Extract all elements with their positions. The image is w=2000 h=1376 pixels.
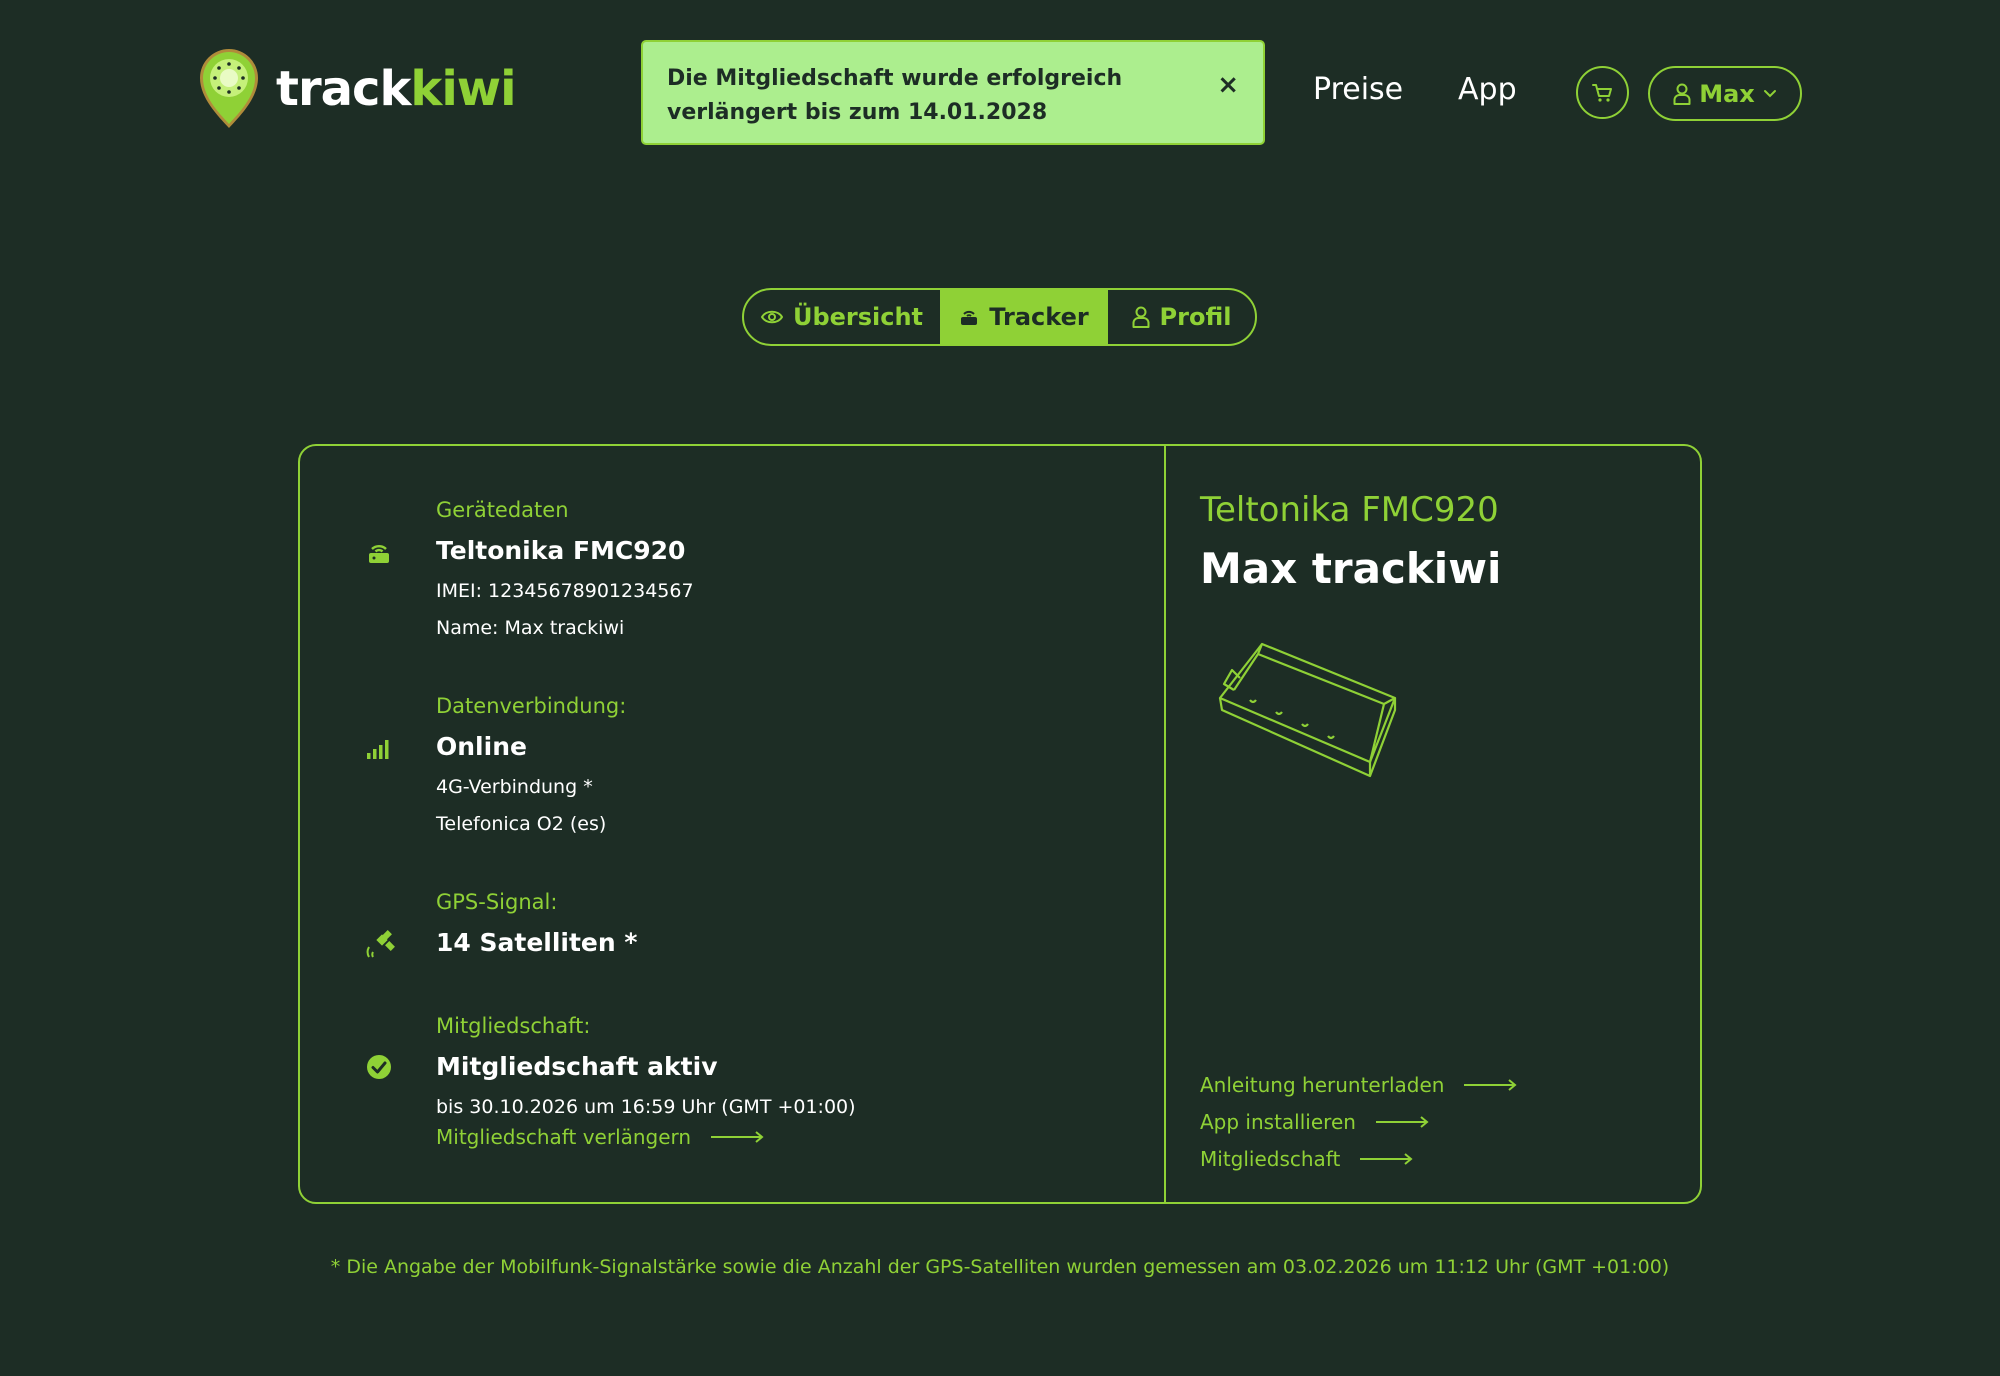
membership-status: Mitgliedschaft aktiv bbox=[436, 1052, 718, 1081]
arrow-right-icon bbox=[711, 1131, 764, 1143]
footnote: * Die Angabe der Mobilfunk-Signalstärke … bbox=[330, 1256, 1670, 1278]
kiwi-pin-icon bbox=[200, 49, 258, 128]
tab-tracker[interactable]: Tracker bbox=[940, 290, 1108, 344]
logo[interactable]: trackkiwi bbox=[198, 48, 517, 130]
user-icon bbox=[1673, 83, 1691, 105]
gps-label: GPS-Signal: bbox=[436, 890, 558, 914]
chevron-down-icon bbox=[1763, 89, 1776, 97]
device-name: Name: Max trackiwi bbox=[436, 617, 625, 639]
arrow-right-icon bbox=[1360, 1152, 1413, 1165]
device-data-section: Gerätedaten Teltonika FMC920 IMEI: 12345… bbox=[369, 498, 694, 646]
tab-label: Tracker bbox=[989, 303, 1089, 331]
eye-icon bbox=[760, 310, 783, 324]
cart-icon bbox=[1591, 83, 1612, 102]
gps-section: GPS-Signal: 14 Satelliten * bbox=[366, 890, 638, 964]
device-label: Gerätedaten bbox=[436, 498, 569, 522]
logo-text: trackkiwi bbox=[276, 61, 517, 117]
link-label: Anleitung herunterladen bbox=[1200, 1072, 1445, 1097]
nav-link-app[interactable]: App bbox=[1458, 72, 1517, 107]
device-imei: IMEI: 12345678901234567 bbox=[436, 580, 694, 602]
arrow-right-icon bbox=[1464, 1078, 1517, 1091]
right-device-name: Max trackiwi bbox=[1200, 544, 1502, 593]
router-icon bbox=[961, 310, 978, 325]
success-toast: Die Mitgliedschaft wurde erfolgreich ver… bbox=[641, 40, 1265, 145]
link-anleitung[interactable]: Anleitung herunterladen bbox=[1200, 1066, 1518, 1103]
nav-link-preise[interactable]: Preise bbox=[1313, 72, 1403, 107]
gps-satellites: 14 Satelliten * bbox=[436, 928, 638, 957]
connection-section: Datenverbindung: Online 4G-Verbindung * … bbox=[367, 694, 627, 842]
link-label: App installieren bbox=[1200, 1109, 1356, 1134]
membership-until: bis 30.10.2026 um 16:59 Uhr (GMT +01:00) bbox=[436, 1096, 856, 1118]
tracker-device-image bbox=[1218, 642, 1397, 778]
account-tabs: Übersicht Tracker Profil bbox=[742, 288, 1257, 346]
satellite-icon bbox=[366, 930, 395, 958]
tracker-card: Gerätedaten Teltonika FMC920 IMEI: 12345… bbox=[298, 444, 1702, 1204]
user-name: Max bbox=[1699, 79, 1755, 108]
toast-message: Die Mitgliedschaft wurde erfolgreich ver… bbox=[667, 66, 1123, 125]
connection-carrier: Telefonica O2 (es) bbox=[436, 813, 607, 835]
connection-status: Online bbox=[436, 732, 527, 761]
tab-label: Profil bbox=[1159, 303, 1232, 331]
router-icon bbox=[369, 544, 389, 563]
tab-profil[interactable]: Profil bbox=[1108, 290, 1255, 344]
right-device-model: Teltonika FMC920 bbox=[1200, 490, 1499, 530]
user-icon bbox=[1132, 306, 1150, 328]
connection-type: 4G-Verbindung * bbox=[436, 776, 593, 798]
link-app-installieren[interactable]: App installieren bbox=[1200, 1103, 1518, 1140]
signal-bars-icon bbox=[367, 740, 389, 759]
device-model: Teltonika FMC920 bbox=[436, 536, 686, 565]
link-label: Mitgliedschaft bbox=[1200, 1146, 1341, 1171]
membership-extend-link[interactable]: Mitgliedschaft verlängern bbox=[436, 1125, 856, 1149]
tab-uebersicht[interactable]: Übersicht bbox=[744, 290, 940, 344]
tab-label: Übersicht bbox=[792, 303, 924, 331]
user-menu-button[interactable]: Max bbox=[1648, 66, 1802, 121]
card-divider bbox=[1164, 446, 1166, 1202]
toast-close-button[interactable]: × bbox=[1217, 68, 1239, 102]
check-circle-icon bbox=[367, 1055, 391, 1079]
arrow-right-icon bbox=[1375, 1115, 1429, 1128]
cart-button[interactable] bbox=[1576, 66, 1629, 119]
link-label: Mitgliedschaft verlängern bbox=[436, 1125, 692, 1149]
membership-label: Mitgliedschaft: bbox=[436, 1014, 591, 1038]
connection-label: Datenverbindung: bbox=[436, 694, 627, 718]
link-mitgliedschaft[interactable]: Mitgliedschaft bbox=[1200, 1140, 1518, 1177]
right-links: Anleitung herunterladen App installieren… bbox=[1200, 1066, 1518, 1177]
membership-section: Mitgliedschaft: Mitgliedschaft aktiv bis… bbox=[367, 1014, 856, 1149]
